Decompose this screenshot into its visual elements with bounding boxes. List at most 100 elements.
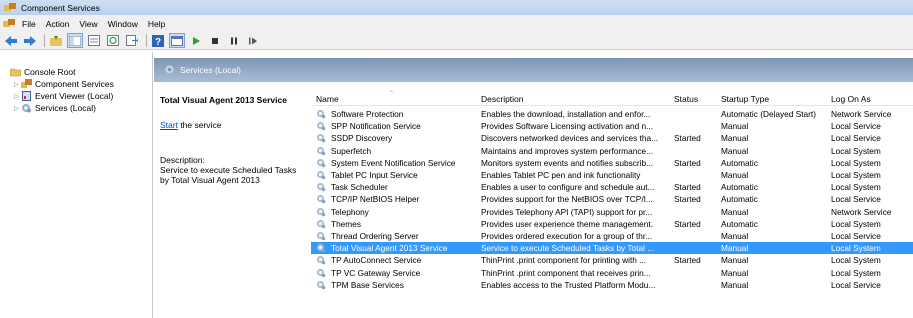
- toolbar: ?: [0, 32, 913, 50]
- properties-icon[interactable]: [86, 33, 102, 48]
- tree-item-event-viewer[interactable]: ▷ Event Viewer (Local): [0, 90, 152, 102]
- services-pane: Services (Local) Total Visual Agent 2013…: [154, 52, 913, 318]
- cell-description: Enables a user to configure and schedule…: [481, 182, 655, 193]
- table-row[interactable]: SPP Notification Service Provides Softwar…: [311, 120, 913, 132]
- refresh-icon[interactable]: [105, 33, 121, 48]
- cell-log-on-as: Local Service: [831, 194, 881, 205]
- tree-item-component-services[interactable]: ▷ Component Services: [0, 78, 152, 90]
- forward-icon[interactable]: [22, 33, 38, 48]
- up-folder-icon[interactable]: [48, 33, 64, 48]
- pause-icon[interactable]: [226, 33, 242, 48]
- table-row[interactable]: TP VC Gateway Service ThinPrint .print co…: [311, 267, 913, 279]
- menu-view[interactable]: View: [74, 19, 102, 29]
- sort-arrow-icon: ⌃: [389, 91, 395, 97]
- cell-description: Discovers networked devices and services…: [481, 133, 659, 144]
- menu-window[interactable]: Window: [103, 19, 143, 29]
- tree-item-console-root[interactable]: Console Root: [0, 66, 152, 78]
- cell-name: Telephony: [331, 206, 369, 217]
- menu-action[interactable]: Action: [41, 19, 75, 29]
- cell-startup-type: Manual: [721, 133, 749, 144]
- selected-service-name: Total Visual Agent 2013 Service: [160, 95, 287, 105]
- table-row[interactable]: TPM Base Services Enables access to the T…: [311, 279, 913, 291]
- start-service-rest: the service: [177, 120, 222, 130]
- console-icon[interactable]: [169, 33, 185, 48]
- cell-status: [669, 267, 716, 279]
- table-row[interactable]: TP AutoConnect Service ThinPrint .print c…: [311, 254, 913, 266]
- expand-arrow-icon[interactable]: ▷: [12, 105, 21, 112]
- cell-startup-type: Manual: [721, 121, 749, 132]
- services-table: Name ⌃ Description Status Startup Type L…: [311, 82, 913, 318]
- table-row[interactable]: System Event Notification Service Monitor…: [311, 157, 913, 169]
- pane-title: Services (Local): [180, 65, 241, 75]
- table-row[interactable]: Themes Provides user experience theme man…: [311, 218, 913, 230]
- start-service-text: Start the service: [160, 120, 303, 130]
- cell-startup-type: Automatic (Delayed Start): [721, 109, 816, 119]
- cell-status: [669, 145, 716, 157]
- column-header-startup-type[interactable]: Startup Type: [716, 91, 826, 106]
- cell-name: Superfetch: [331, 145, 372, 156]
- cell-name: TP AutoConnect Service: [331, 255, 422, 266]
- cell-log-on-as: Local Service: [831, 279, 881, 290]
- cell-log-on-as: Local Service: [831, 231, 881, 241]
- services-icon: [22, 104, 31, 113]
- table-row[interactable]: Software Protection Enables the download,…: [311, 108, 913, 120]
- toolbar-separator: [146, 34, 147, 47]
- folder-icon: [10, 68, 21, 77]
- start-service-link[interactable]: Start: [160, 120, 178, 130]
- cell-status: Started: [674, 182, 701, 193]
- cell-name: SSDP Discovery: [331, 133, 393, 144]
- restart-icon[interactable]: [245, 33, 261, 48]
- tree-item-label: Console Root: [24, 67, 76, 77]
- cell-description: Provides Telephony API (TAPI) support fo…: [481, 206, 653, 217]
- cell-log-on-as: Local System: [831, 267, 881, 278]
- tree-item-services-local[interactable]: ▷ Services (Local): [0, 102, 152, 114]
- column-header-name[interactable]: Name ⌃: [311, 91, 476, 106]
- table-row[interactable]: Total Visual Agent 2013 Service Service t…: [311, 242, 913, 255]
- cell-description: Provides Software Licensing activation a…: [481, 121, 654, 132]
- back-icon[interactable]: [3, 33, 19, 48]
- expand-arrow-icon[interactable]: ▷: [12, 81, 21, 88]
- table-row[interactable]: Tablet PC Input Service Enables Tablet PC…: [311, 169, 913, 181]
- cell-status: Started: [674, 133, 701, 144]
- extended-description-pane: Total Visual Agent 2013 Service Start th…: [154, 82, 309, 318]
- cell-name: Themes: [331, 218, 361, 229]
- show-tree-icon[interactable]: [67, 33, 83, 48]
- menu-help[interactable]: Help: [143, 19, 170, 29]
- cell-name: Task Scheduler: [331, 182, 388, 193]
- cell-startup-type: Manual: [721, 206, 749, 217]
- menu-file[interactable]: File: [17, 19, 41, 29]
- cell-name: TCP/IP NetBIOS Helper: [331, 194, 420, 205]
- cell-log-on-as: Network Service: [831, 206, 892, 217]
- cell-name: Tablet PC Input Service: [331, 170, 418, 180]
- app-menu-icon[interactable]: [3, 18, 15, 29]
- export-icon[interactable]: [124, 33, 140, 48]
- description-text: Service to execute Scheduled Tasks by To…: [160, 165, 297, 185]
- column-header-status[interactable]: Status: [669, 91, 716, 106]
- table-row[interactable]: Telephony Provides Telephony API (TAPI) s…: [311, 206, 913, 218]
- cell-name: TP VC Gateway Service: [331, 267, 421, 278]
- cell-description: ThinPrint .print component for printing …: [481, 255, 647, 266]
- table-row[interactable]: SSDP Discovery Discovers networked device…: [311, 132, 913, 144]
- cell-description: Enables the download, installation and e…: [481, 109, 651, 119]
- description-label: Description:: [160, 155, 205, 165]
- table-row[interactable]: Thread Ordering Server Provides ordered e…: [311, 230, 913, 242]
- table-row[interactable]: Superfetch Maintains and improves system …: [311, 145, 913, 157]
- cell-startup-type: Manual: [721, 170, 749, 180]
- cell-description: Monitors system events and notifies subs…: [481, 157, 654, 168]
- column-header-description[interactable]: Description: [476, 91, 669, 106]
- cell-status: [669, 242, 716, 254]
- cell-startup-type: Automatic: [721, 218, 758, 229]
- cell-log-on-as: Network Service: [831, 109, 892, 119]
- cell-startup-type: Manual: [721, 243, 749, 254]
- event-viewer-icon: [22, 91, 31, 101]
- column-header-log-on-as[interactable]: Log On As: [826, 91, 913, 106]
- cell-name: Thread Ordering Server: [331, 231, 419, 241]
- stop-icon[interactable]: [207, 33, 223, 48]
- cell-startup-type: Automatic: [721, 182, 758, 193]
- toolbar-separator: [44, 34, 45, 47]
- table-row[interactable]: Task Scheduler Enables a user to configur…: [311, 181, 913, 193]
- table-row[interactable]: TCP/IP NetBIOS Helper Provides support fo…: [311, 193, 913, 205]
- play-icon[interactable]: [188, 33, 204, 48]
- expand-arrow-icon[interactable]: ▷: [12, 93, 21, 100]
- help-icon[interactable]: ?: [150, 33, 166, 48]
